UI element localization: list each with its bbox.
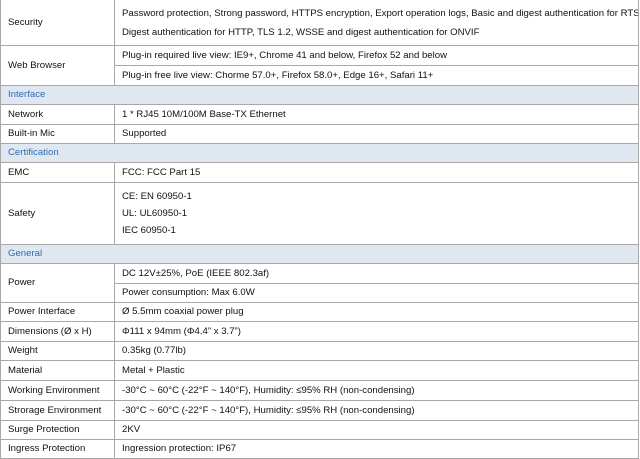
spec-value-line: -30°C ~ 60°C (-22°F ~ 140°F), Humidity: … (122, 384, 415, 396)
spec-value: 1 * RJ45 10M/100M Base-TX Ethernet (114, 104, 639, 125)
spec-value: Metal + Plastic (114, 360, 639, 381)
section-row-general: General (0, 244, 639, 264)
spec-value-line: Φ111 x 94mm (Φ4.4” x 3.7”) (122, 325, 241, 337)
spec-row-ingress-protection: Ingress Protection Ingression protection:… (0, 439, 639, 459)
spec-label: Weight (0, 341, 115, 361)
spec-label: EMC (0, 162, 115, 183)
spec-row-security: Security Password protection, Strong pass… (0, 0, 639, 46)
spec-value-line: Digest authentication for HTTP, TLS 1.2,… (122, 26, 480, 38)
spec-row-emc: EMC FCC: FCC Part 15 (0, 162, 639, 183)
spec-value: -30°C ~ 60°C (-22°F ~ 140°F), Humidity: … (114, 380, 639, 401)
spec-value-line: Ingression protection: IP67 (122, 443, 237, 454)
spec-value-line: Supported (122, 128, 167, 139)
spec-value: 2KV (114, 420, 639, 440)
spec-label: Power (0, 263, 115, 303)
spec-label: Network (0, 104, 115, 125)
spec-value-line: Password protection, Strong password, HT… (122, 7, 639, 19)
spec-row-network: Network 1 * RJ45 10M/100M Base-TX Etherne… (0, 104, 639, 125)
spec-label: Web Browser (0, 45, 115, 86)
spec-value: FCC: FCC Part 15 (114, 162, 639, 183)
spec-label: Material (0, 360, 115, 381)
spec-label: Surge Protection (0, 420, 115, 440)
spec-row-strorage-environment: Strorage Environment -30°C ~ 60°C (-22°F … (0, 400, 639, 421)
spec-value-line: 2KV (122, 424, 141, 435)
spec-value-line: Power consumption: Max 6.0W (115, 282, 638, 302)
spec-row-dimensions-x-h: Dimensions (Ø x H) Φ111 x 94mm (Φ4.4” x 3… (0, 321, 639, 342)
spec-value-line: Metal + Plastic (122, 364, 185, 376)
spec-value-line: CE: EN 60950-1 (122, 191, 192, 202)
spec-value-line: FCC: FCC Part 15 (122, 166, 201, 178)
spec-value: 0.35kg (0.77lb) (114, 341, 639, 361)
spec-value: -30°C ~ 60°C (-22°F ~ 140°F), Humidity: … (114, 400, 639, 421)
section-heading: Certification (0, 143, 639, 163)
spec-value-line: IEC 60950-1 (122, 225, 176, 236)
spec-row-power: Power DC 12V±25%, PoE (IEEE 802.3af) Power… (0, 263, 639, 303)
section-heading: Interface (0, 85, 639, 105)
spec-value-line: 0.35kg (0.77lb) (122, 345, 186, 356)
spec-label: Ingress Protection (0, 439, 115, 459)
spec-row-safety: Safety CE: EN 60950-1 UL: UL60950-1 IEC 609… (0, 182, 639, 245)
spec-label: Working Environment (0, 380, 115, 401)
section-row-interface: Interface (0, 85, 639, 105)
spec-value-line: DC 12V±25%, PoE (IEEE 802.3af) (122, 267, 270, 279)
spec-value: Ingression protection: IP67 (114, 439, 639, 459)
spec-value-line: Ø 5.5mm coaxial power plug (122, 306, 244, 317)
spec-table: Security Password protection, Strong pass… (0, 0, 639, 459)
spec-value-line: -30°C ~ 60°C (-22°F ~ 140°F), Humidity: … (122, 404, 415, 416)
spec-value-line: Plug-in required live view: IE9+, Chrome… (122, 50, 448, 61)
spec-value: Φ111 x 94mm (Φ4.4” x 3.7”) (114, 321, 639, 342)
spec-row-power-interface: Power Interface Ø 5.5mm coaxial power plu… (0, 302, 639, 322)
spec-row-weight: Weight 0.35kg (0.77lb) (0, 341, 639, 361)
spec-table-body: Security Password protection, Strong pass… (0, 0, 639, 459)
spec-value: CE: EN 60950-1 UL: UL60950-1 IEC 60950-1 (114, 182, 639, 245)
spec-value: Ø 5.5mm coaxial power plug (114, 302, 639, 322)
spec-label: Safety (0, 182, 115, 245)
spec-row-web-browser: Web Browser Plug-in required live view: I… (0, 45, 639, 86)
spec-row-material: Material Metal + Plastic (0, 360, 639, 381)
spec-value: Plug-in required live view: IE9+, Chrome… (114, 45, 639, 86)
spec-label: Dimensions (Ø x H) (0, 321, 115, 342)
spec-label: Strorage Environment (0, 400, 115, 421)
spec-label: Power Interface (0, 302, 115, 322)
spec-value: Password protection, Strong password, HT… (114, 0, 639, 46)
section-heading: General (0, 244, 639, 264)
spec-row-surge-protection: Surge Protection 2KV (0, 420, 639, 440)
spec-value-line: UL: UL60950-1 (122, 208, 188, 219)
spec-label: Security (0, 0, 115, 46)
spec-value-line: Plug-in free live view: Chorme 57.0+, Fi… (115, 65, 638, 85)
spec-value: Supported (114, 124, 639, 144)
spec-label: Built-in Mic (0, 124, 115, 144)
spec-value: DC 12V±25%, PoE (IEEE 802.3af) Power cons… (114, 263, 639, 303)
spec-row-built-in-mic: Built-in Mic Supported (0, 124, 639, 144)
spec-value-line: 1 * RJ45 10M/100M Base-TX Ethernet (122, 108, 286, 120)
section-row-certification: Certification (0, 143, 639, 163)
spec-row-working-environment: Working Environment -30°C ~ 60°C (-22°F ~… (0, 380, 639, 401)
